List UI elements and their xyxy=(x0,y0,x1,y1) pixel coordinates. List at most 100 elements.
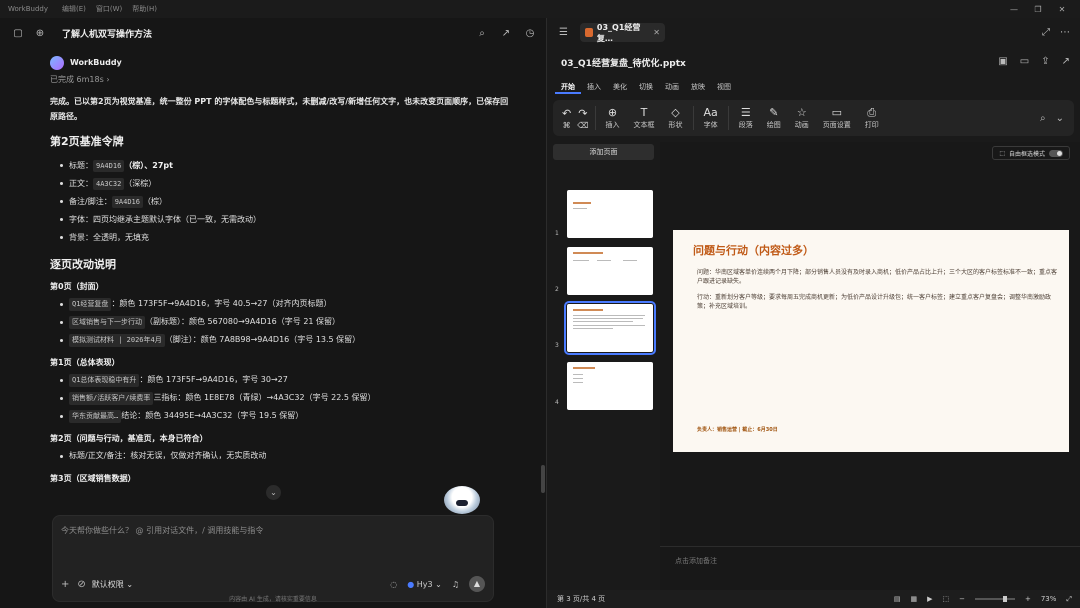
expand-icon[interactable]: ⤢ xyxy=(1042,27,1050,38)
insert-button[interactable]: ⊕ 插入 xyxy=(606,106,620,130)
font-button[interactable]: Aa 字体 xyxy=(704,106,718,130)
search-icon[interactable]: ⌕ xyxy=(474,28,490,39)
sidebar-toggle-icon[interactable]: ▢ xyxy=(10,28,26,39)
list-item: 标题/正文/备注：核对无误，仅做对齐确认，无实质改动 xyxy=(60,447,510,465)
tab-pptx[interactable]: 03_Q1经营复… ✕ xyxy=(580,23,665,43)
close-tab-icon[interactable]: ✕ xyxy=(653,28,660,37)
print-button[interactable]: ⎙ 打印 xyxy=(865,106,879,130)
page-setup-button[interactable]: ▭ 页面设置 xyxy=(823,106,851,130)
slide-action-text[interactable]: 行动：重新划分客户等级；要求每周五完成商机更新；为低价产品设计升级包；统一客户标… xyxy=(697,293,1057,312)
summary-text: 完成。已以第2页为视觉基准，统一整份 PPT 的字体配色与标题样式，未删减/改写… xyxy=(50,97,509,122)
redo-icon[interactable]: ↷ xyxy=(578,107,587,121)
search-icon[interactable]: ⌕ xyxy=(1040,113,1046,124)
thumb-number: 3 xyxy=(555,342,559,349)
new-chat-icon[interactable]: ⊕ xyxy=(32,28,48,39)
permission-selector[interactable]: 默认权限 ⌄ xyxy=(92,579,133,590)
notes-input[interactable]: 点击添加备注 xyxy=(675,556,717,566)
fit-icon[interactable]: ⬚ xyxy=(942,595,949,603)
ribbon-toolbar: ↶ ⌘ ↷ ⌫ ⊕ 插入 T 文本框 ◇ 形状 Aa 字体 ☰ 段落 ✎ 绘图 ☆ 动画 ▭ 页面设… xyxy=(553,100,1074,136)
mascot-avatar[interactable] xyxy=(444,486,480,514)
share-icon[interactable]: ↗ xyxy=(1062,56,1070,67)
slide-title[interactable]: 问题与行动（内容过多） xyxy=(693,242,814,258)
menu-edit[interactable]: 编辑(E) xyxy=(62,4,86,14)
ribbon-tabs: 开始 插入 美化 切换 动画 放映 视图 xyxy=(555,82,737,94)
scrollbar[interactable] xyxy=(541,465,545,493)
menu-icon[interactable]: ☰ xyxy=(559,27,568,38)
menu-window[interactable]: 窗口(W) xyxy=(96,4,122,14)
model-selector[interactable]: ● Hy3 ⌄ xyxy=(407,580,442,589)
tab-animation[interactable]: 动画 xyxy=(659,82,685,94)
slide-thumbnail-2[interactable] xyxy=(567,247,653,295)
chat-input-box[interactable]: 今天帮你做些什么？ @ 引用对话文件，/ 调用技能与指令 + ⊘ 默认权限 ⌄ … xyxy=(52,515,494,602)
task-status[interactable]: 已完成 6m18s › xyxy=(50,74,510,86)
chat-input[interactable]: 今天帮你做些什么？ @ 引用对话文件，/ 调用技能与指令 xyxy=(61,525,263,536)
upload-icon[interactable]: ⇪ xyxy=(1041,56,1049,67)
draw-button[interactable]: ✎ 绘图 xyxy=(767,106,781,130)
slide-footer[interactable]: 负责人：销售运营 | 截止：6月30日 xyxy=(697,426,778,433)
list-item: 背景：全透明，无填充 xyxy=(60,229,510,247)
tab-beautify[interactable]: 美化 xyxy=(607,82,633,94)
page0-list: Q1经营复盘 ：颜色 173F5F→9A4D16，字号 40.5→27（对齐内页标… xyxy=(50,295,510,349)
add-icon[interactable]: + xyxy=(61,579,69,590)
share-icon[interactable]: ↗ xyxy=(498,28,514,39)
clear-format-icon[interactable]: ⌫ xyxy=(577,121,588,130)
slide-thumbnails: 添加页面 1 2 3 4 xyxy=(547,142,660,590)
history-icon[interactable]: ◷ xyxy=(522,28,538,39)
minimize-button[interactable]: — xyxy=(1002,5,1026,14)
send-button[interactable]: ▲ xyxy=(469,576,485,592)
ai-disclaimer: 内容由 AI 生成，请核实重要信息 xyxy=(229,596,317,603)
chat-header: ▢ ⊕ 了解人机双写操作方法 ⌕ ↗ ◷ xyxy=(0,18,546,48)
zoom-slider[interactable] xyxy=(974,596,1015,602)
status-bar: 第 3 页/共 4 页 ▤ ▦ ▶ ⬚ − + 73% ⤢ xyxy=(547,590,1080,608)
slide-thumbnail-1[interactable] xyxy=(567,190,653,238)
list-item: 正文： 4A3C32 （深棕） xyxy=(60,175,510,193)
fullscreen-icon[interactable]: ⤢ xyxy=(1066,595,1072,604)
maximize-button[interactable]: ❐ xyxy=(1026,5,1050,14)
slide-thumbnail-3[interactable] xyxy=(564,301,656,355)
tab-transition[interactable]: 切换 xyxy=(633,82,659,94)
shape-icon: ◇ xyxy=(671,106,680,119)
chat-messages: WorkBuddy 已完成 6m18s › 完成。已以第2页为视觉基准，统一整份… xyxy=(50,56,510,518)
save-icon[interactable]: ▣ xyxy=(998,56,1007,67)
undo-icon[interactable]: ↶ xyxy=(562,107,571,121)
scroll-down-icon[interactable]: ⌄ xyxy=(266,485,281,500)
add-page-button[interactable]: 添加页面 xyxy=(553,144,654,160)
zoom-level[interactable]: 73% xyxy=(1041,595,1057,603)
microphone-icon[interactable]: ♫ xyxy=(452,580,459,589)
list-item: 销售额/活跃客户/续费率 三指标：颜色 1E8E78（青绿）→4A3C32（字号… xyxy=(60,389,510,407)
section-title: 逐页改动说明 xyxy=(50,257,116,271)
slide-body[interactable]: 问题：华南区域客单价连续两个月下降；部分销售人员没有及时录入商机；低价产品占比上… xyxy=(697,268,1057,317)
select-icon: ⬚ xyxy=(999,149,1005,157)
current-slide[interactable]: 问题与行动（内容过多） 问题：华南区域客单价连续两个月下降；部分销售人员没有及时… xyxy=(673,230,1069,452)
shape-button[interactable]: ◇ 形状 xyxy=(669,106,683,130)
page-subtitle: 第2页（问题与行动，基准页，本身已符合） xyxy=(50,434,208,444)
page1-list: Q1总体表现稳中有升 ：颜色 173F5F→9A4D16，字号 30→27 销售额… xyxy=(50,371,510,425)
slide-canvas[interactable]: ⬚ 自由框选模式 问题与行动（内容过多） 问题：华南区域客单价连续两个月下降；部… xyxy=(660,142,1080,590)
slide-thumbnail-4[interactable] xyxy=(567,362,653,410)
tab-slideshow[interactable]: 放映 xyxy=(685,82,711,94)
notes-toggle-icon[interactable]: ▤ xyxy=(894,595,901,603)
section-title: 第2页基准令牌 xyxy=(50,135,124,149)
tab-insert[interactable]: 插入 xyxy=(581,82,607,94)
animation-button[interactable]: ☆ 动画 xyxy=(795,106,809,130)
list-item: 华东贡献最高… 结论：颜色 34495E→4A3C32（字号 19.5 保留） xyxy=(60,407,510,425)
textbox-button[interactable]: T 文本框 xyxy=(634,106,655,130)
more-icon[interactable]: ⋯ xyxy=(1060,27,1070,38)
free-select-mode[interactable]: ⬚ 自由框选模式 xyxy=(992,146,1070,160)
zoom-out-icon[interactable]: − xyxy=(959,595,965,603)
format-painter-icon[interactable]: ⌘ xyxy=(563,121,571,130)
slide-problem-text[interactable]: 问题：华南区域客单价连续两个月下降；部分销售人员没有及时录入商机；低价产品占比上… xyxy=(697,268,1057,287)
folder-icon[interactable]: ▭ xyxy=(1020,56,1029,67)
file-name: 03_Q1经营复盘_待优化.pptx xyxy=(561,59,686,69)
paragraph-button[interactable]: ☰ 段落 xyxy=(739,106,753,130)
menu-help[interactable]: 帮助(H) xyxy=(132,4,157,14)
close-button[interactable]: ✕ xyxy=(1050,5,1074,14)
tab-view[interactable]: 视图 xyxy=(711,82,737,94)
zoom-in-icon[interactable]: + xyxy=(1025,595,1031,603)
collapse-ribbon-icon[interactable]: ⌄ xyxy=(1056,113,1064,124)
play-icon[interactable]: ▶ xyxy=(927,595,932,603)
grid-view-icon[interactable]: ▦ xyxy=(910,595,917,603)
free-select-toggle[interactable] xyxy=(1049,149,1063,157)
tab-home[interactable]: 开始 xyxy=(555,82,581,94)
file-tools: ▣ ▭ ⇪ ↗ xyxy=(998,56,1070,67)
